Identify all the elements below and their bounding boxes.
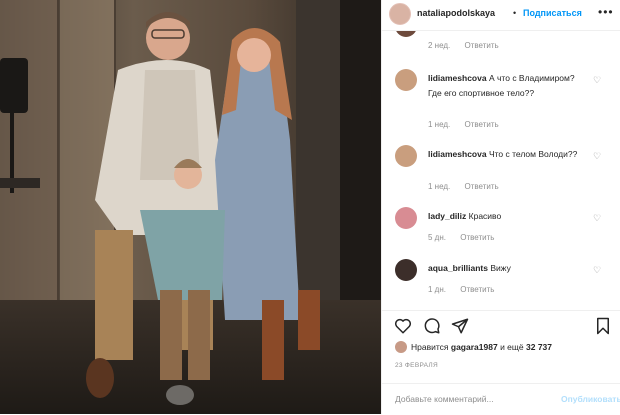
reply-button[interactable]: Ответить: [460, 285, 494, 294]
comment-meta: 5 дн. Ответить: [428, 233, 506, 242]
author-avatar[interactable]: [389, 3, 411, 25]
comment-time: 1 дн.: [428, 285, 446, 294]
commenter-avatar[interactable]: [395, 207, 417, 229]
likes-prefix: Нравится: [411, 342, 449, 352]
like-comment-icon[interactable]: ♡: [593, 75, 601, 86]
like-comment-icon[interactable]: ♡: [593, 151, 601, 162]
commenter-username[interactable]: lidiameshcova: [428, 73, 487, 83]
comment-text: Что с телом Володи??: [488, 149, 578, 159]
author-username[interactable]: nataliapodolskaya: [417, 8, 495, 18]
comment-text-block: lady_diliz Красиво: [428, 209, 588, 224]
commenter-avatar[interactable]: [395, 259, 417, 281]
separator-dot: •: [513, 8, 517, 18]
more-options-icon[interactable]: •••: [598, 5, 614, 19]
family-photo-illustration: [0, 0, 381, 414]
post-header: nataliapodolskaya • Подписаться •••: [382, 0, 620, 31]
comment-time: 1 нед.: [428, 182, 451, 191]
comment-meta: 1 нед. Ответить: [428, 182, 511, 191]
like-comment-icon[interactable]: ♡: [593, 213, 601, 224]
follow-button[interactable]: Подписаться: [523, 8, 582, 18]
comment-time: 1 нед.: [428, 120, 451, 129]
comment-icon[interactable]: [423, 317, 441, 335]
liker-username[interactable]: gagara1987: [451, 342, 498, 352]
comment-text-block: lidiameshcova А что с Владимиром? Где ег…: [428, 71, 588, 101]
commenter-username[interactable]: aqua_brilliants: [428, 263, 488, 273]
comment-time: 5 дн.: [428, 233, 446, 242]
share-icon[interactable]: [451, 317, 469, 335]
commenter-avatar[interactable]: [395, 145, 417, 167]
post-photo[interactable]: [0, 0, 381, 414]
likes-summary: Нравится gagara1987 и ещё 32 737: [395, 341, 552, 353]
bookmark-icon[interactable]: [594, 317, 612, 335]
comment-text-block: lidiameshcova Что с телом Володи??: [428, 147, 588, 162]
publish-button[interactable]: Опубликовать: [561, 394, 620, 404]
commenter-avatar[interactable]: [395, 69, 417, 91]
like-comment-icon[interactable]: ♡: [593, 265, 601, 276]
comment-text-block: aqua_brilliants Вижу: [428, 261, 588, 276]
reply-button[interactable]: Ответить: [465, 182, 499, 191]
reply-button[interactable]: Ответить: [460, 233, 494, 242]
comment-meta: 1 дн. Ответить: [428, 285, 506, 294]
commenter-avatar[interactable]: [395, 31, 417, 37]
reply-button[interactable]: Ответить: [465, 120, 499, 129]
comment-meta: 1 нед. Ответить: [428, 120, 511, 129]
comment-time: 2 нед.: [428, 41, 451, 50]
commenter-username[interactable]: lady_diliz: [428, 211, 466, 221]
post-actions: [382, 310, 620, 341]
comment-input[interactable]: Добавьте комментарий...: [395, 394, 494, 404]
comment-text: Красиво: [468, 211, 502, 221]
heart-icon[interactable]: [394, 317, 412, 335]
commenter-username[interactable]: lidiameshcova: [428, 149, 487, 159]
comments-list[interactable]: 2 нед. Ответить lidiameshcova А что с Вл…: [382, 31, 620, 309]
comment-meta: 2 нед. Ответить: [428, 41, 511, 50]
post-date: 23 ФЕВРАЛЯ: [395, 362, 438, 369]
liker-avatar[interactable]: [395, 341, 407, 353]
post-side-panel: nataliapodolskaya • Подписаться ••• 2 не…: [381, 0, 620, 414]
add-comment-bar: Добавьте комментарий... Опубликовать: [382, 383, 620, 415]
reply-button[interactable]: Ответить: [465, 41, 499, 50]
comment-text: Вижу: [490, 263, 511, 273]
likes-mid: и ещё: [500, 342, 524, 352]
likes-count[interactable]: 32 737: [526, 342, 552, 352]
